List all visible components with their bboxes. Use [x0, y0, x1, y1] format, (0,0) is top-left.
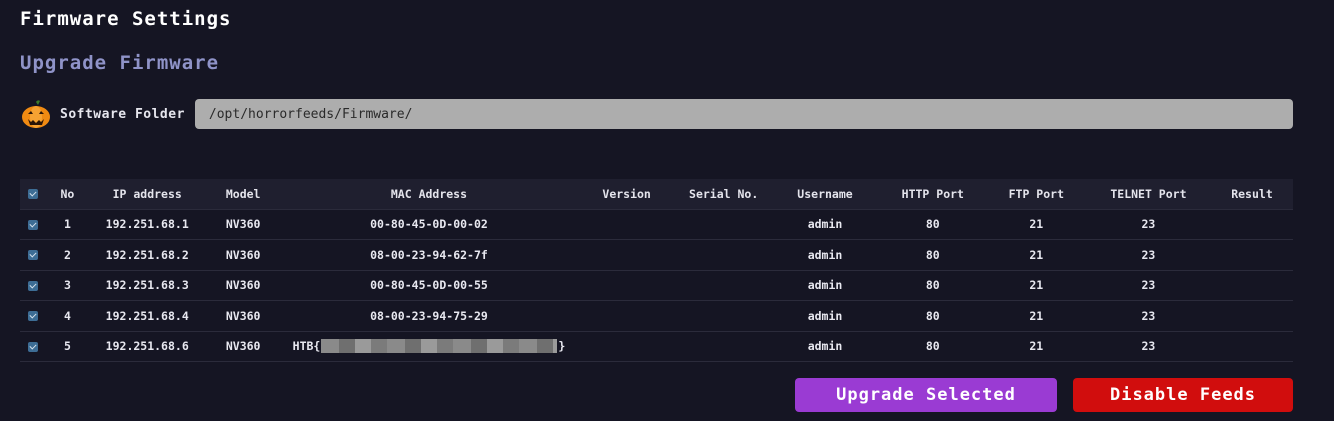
mac-suffix: }	[558, 339, 566, 354]
row-checkbox[interactable]	[20, 331, 46, 362]
redacted-value	[321, 339, 558, 354]
software-folder-row: Software Folder	[20, 98, 1293, 130]
checkbox-icon	[27, 250, 38, 261]
cell-http-port: 80	[925, 217, 940, 232]
cell-ftp-port: 21	[1029, 217, 1044, 232]
cell-telnet-port: 23	[1141, 339, 1156, 354]
row-checkbox[interactable]	[20, 301, 46, 332]
upgrade-selected-button[interactable]: Upgrade Selected	[795, 378, 1057, 412]
table-row: 4 192.251.68.4 NV360 08-00-23-94-75-29 a…	[20, 300, 1293, 332]
cell-version	[577, 209, 676, 240]
disable-feeds-button[interactable]: Disable Feeds	[1073, 378, 1293, 412]
cell-ftp-port: 21	[1029, 278, 1044, 293]
cell-username: admin	[807, 247, 843, 262]
header-version: Version	[602, 186, 651, 201]
cell-model: NV360	[225, 339, 261, 354]
header-http-port: HTTP Port	[901, 186, 964, 201]
cell-model: NV360	[225, 247, 261, 262]
cell-http-port: 80	[925, 247, 940, 262]
cell-telnet-port: 23	[1141, 278, 1156, 293]
cell-ip: 192.251.68.6	[105, 339, 189, 354]
header-model: Model	[225, 186, 261, 201]
cell-version	[577, 240, 676, 271]
table-header-row: No IP address Model MAC Address Version …	[20, 179, 1293, 209]
table-row: 1 192.251.68.1 NV360 00-80-45-0D-00-02 a…	[20, 209, 1293, 240]
device-table: No IP address Model MAC Address Version …	[20, 179, 1293, 362]
page-title: Firmware Settings	[20, 8, 232, 30]
mac-prefix: HTB{	[292, 339, 321, 354]
cell-telnet-port: 23	[1141, 217, 1156, 232]
cell-serial	[676, 270, 771, 301]
row-checkbox[interactable]	[20, 209, 46, 240]
pumpkin-icon	[22, 100, 50, 128]
cell-ip: 192.251.68.4	[105, 308, 189, 323]
checkbox-icon	[27, 280, 38, 291]
cell-ip: 192.251.68.2	[105, 247, 189, 262]
cell-version	[577, 301, 676, 332]
cell-serial	[676, 240, 771, 271]
cell-model: NV360	[225, 308, 261, 323]
cell-serial	[676, 301, 771, 332]
table-row: 5 192.251.68.6 NV360 HTB{ } admin 80 21 …	[20, 331, 1293, 362]
cell-version	[577, 331, 676, 362]
cell-result	[1211, 209, 1293, 240]
cell-mac: 00-80-45-0D-00-02	[370, 217, 488, 232]
header-no: No	[60, 186, 75, 201]
header-ip: IP address	[112, 186, 182, 201]
header-mac: MAC Address	[390, 186, 468, 201]
cell-ftp-port: 21	[1029, 247, 1044, 262]
cell-result	[1211, 331, 1293, 362]
header-telnet-port: TELNET Port	[1110, 186, 1187, 201]
row-checkbox[interactable]	[20, 270, 46, 301]
cell-mac: 08-00-23-94-62-7f	[370, 247, 488, 262]
checkbox-icon	[27, 219, 38, 230]
table-row: 3 192.251.68.3 NV360 00-80-45-0D-00-55 a…	[20, 270, 1293, 301]
cell-result	[1211, 270, 1293, 301]
header-ftp-port: FTP Port	[1008, 186, 1064, 201]
header-result: Result	[1231, 186, 1273, 201]
cell-username: admin	[807, 217, 843, 232]
cell-result	[1211, 240, 1293, 271]
cell-model: NV360	[225, 217, 261, 232]
cell-no: 2	[63, 247, 71, 262]
row-checkbox[interactable]	[20, 240, 46, 271]
cell-no: 5	[63, 339, 71, 354]
cell-http-port: 80	[925, 339, 940, 354]
cell-no: 4	[63, 308, 71, 323]
section-title: Upgrade Firmware	[20, 52, 220, 74]
cell-version	[577, 270, 676, 301]
cell-ip: 192.251.68.1	[105, 217, 189, 232]
cell-mac: 08-00-23-94-75-29	[370, 308, 488, 323]
software-folder-label: Software Folder	[60, 106, 185, 122]
cell-model: NV360	[225, 278, 261, 293]
header-username: Username	[797, 186, 853, 201]
cell-username: admin	[807, 308, 843, 323]
table-row: 2 192.251.68.2 NV360 08-00-23-94-62-7f a…	[20, 239, 1293, 271]
cell-no: 1	[63, 217, 71, 232]
cell-http-port: 80	[925, 308, 940, 323]
cell-mac: 00-80-45-0D-00-55	[370, 278, 488, 293]
cell-ftp-port: 21	[1029, 308, 1044, 323]
cell-http-port: 80	[925, 278, 940, 293]
cell-ip: 192.251.68.3	[105, 278, 189, 293]
cell-telnet-port: 23	[1141, 308, 1156, 323]
checkbox-icon	[27, 189, 38, 200]
checkbox-icon	[27, 311, 38, 322]
cell-result	[1211, 301, 1293, 332]
cell-no: 3	[63, 278, 71, 293]
header-serial: Serial No.	[689, 186, 759, 201]
cell-serial	[676, 331, 771, 362]
checkbox-icon	[27, 341, 38, 352]
cell-serial	[676, 209, 771, 240]
software-folder-input[interactable]	[194, 99, 1293, 129]
cell-telnet-port: 23	[1141, 247, 1156, 262]
cell-username: admin	[807, 278, 843, 293]
cell-username: admin	[807, 339, 843, 354]
select-all-checkbox[interactable]	[20, 179, 46, 209]
cell-ftp-port: 21	[1029, 339, 1044, 354]
cell-mac: HTB{ }	[281, 331, 577, 362]
